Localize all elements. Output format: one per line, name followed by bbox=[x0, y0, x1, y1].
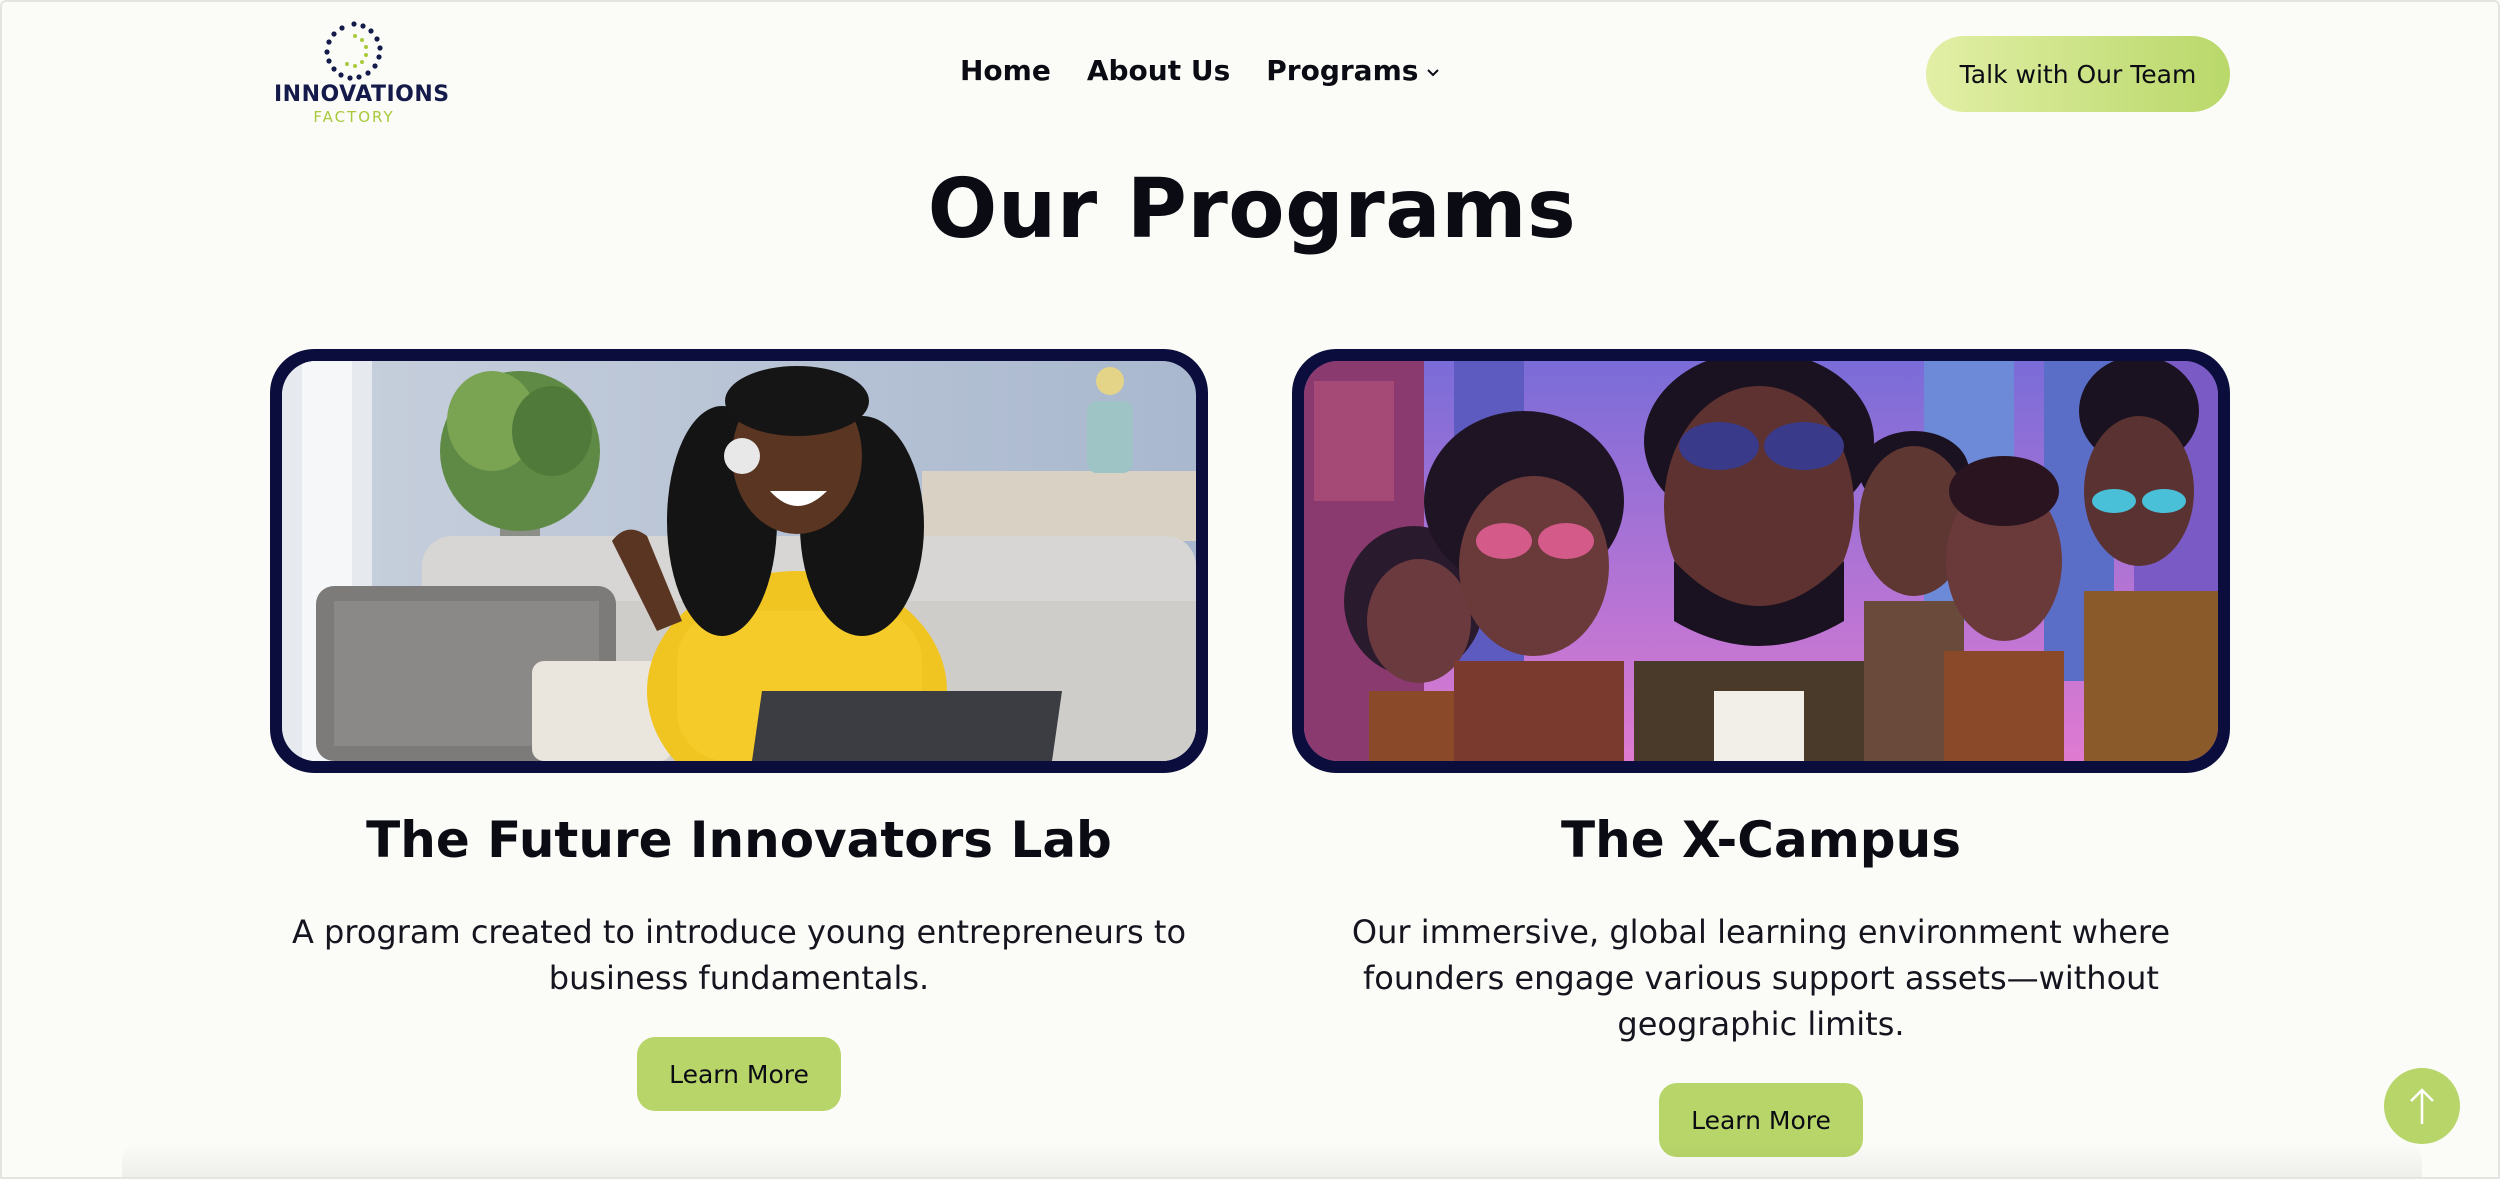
program-description: Our immersive, global learning environme… bbox=[1351, 913, 2171, 1043]
learn-more-button[interactable]: Learn More bbox=[637, 1037, 841, 1111]
brand-logo[interactable]: INNOVATIONS FACTORY bbox=[274, 20, 450, 128]
nav-home[interactable]: Home bbox=[960, 54, 1051, 87]
program-card: The X-Campus Our immersive, global learn… bbox=[1292, 349, 2230, 1157]
program-title: The X-Campus bbox=[1561, 811, 1961, 869]
arrow-up-icon bbox=[2410, 1088, 2434, 1124]
program-description: A program created to introduce young ent… bbox=[291, 913, 1187, 997]
program-card: The Future Innovators Lab A program crea… bbox=[270, 349, 1208, 1111]
chevron-down-icon bbox=[1427, 68, 1440, 76]
main-nav: Home About Us Programs bbox=[960, 54, 1440, 87]
scroll-to-top-button[interactable] bbox=[2384, 1068, 2460, 1144]
section-title: Our Programs bbox=[927, 162, 1577, 257]
nav-about-us[interactable]: About Us bbox=[1087, 54, 1230, 87]
woman-headset-photo bbox=[282, 361, 1196, 761]
logo-dots-icon bbox=[324, 21, 383, 81]
illustrated-group-photo bbox=[1304, 361, 2218, 761]
nav-about-label: About Us bbox=[1086, 54, 1231, 87]
nav-programs-label: Programs bbox=[1266, 54, 1419, 87]
program-image-frame[interactable] bbox=[1292, 349, 2230, 773]
program-image-frame[interactable] bbox=[270, 349, 1208, 773]
logo-wordmark: INNOVATIONS bbox=[274, 82, 450, 107]
page: INNOVATIONS FACTORY Home About Us Progra… bbox=[0, 0, 2500, 1179]
nav-home-label: Home bbox=[960, 54, 1051, 87]
program-title: The Future Innovators Lab bbox=[366, 811, 1112, 869]
talk-with-team-button[interactable]: Talk with Our Team bbox=[1926, 36, 2230, 112]
nav-programs[interactable]: Programs bbox=[1266, 54, 1440, 87]
footer-shadow bbox=[122, 1142, 2422, 1177]
logo-subtitle: FACTORY bbox=[313, 108, 395, 126]
site-header: INNOVATIONS FACTORY Home About Us Progra… bbox=[2, 2, 2498, 142]
